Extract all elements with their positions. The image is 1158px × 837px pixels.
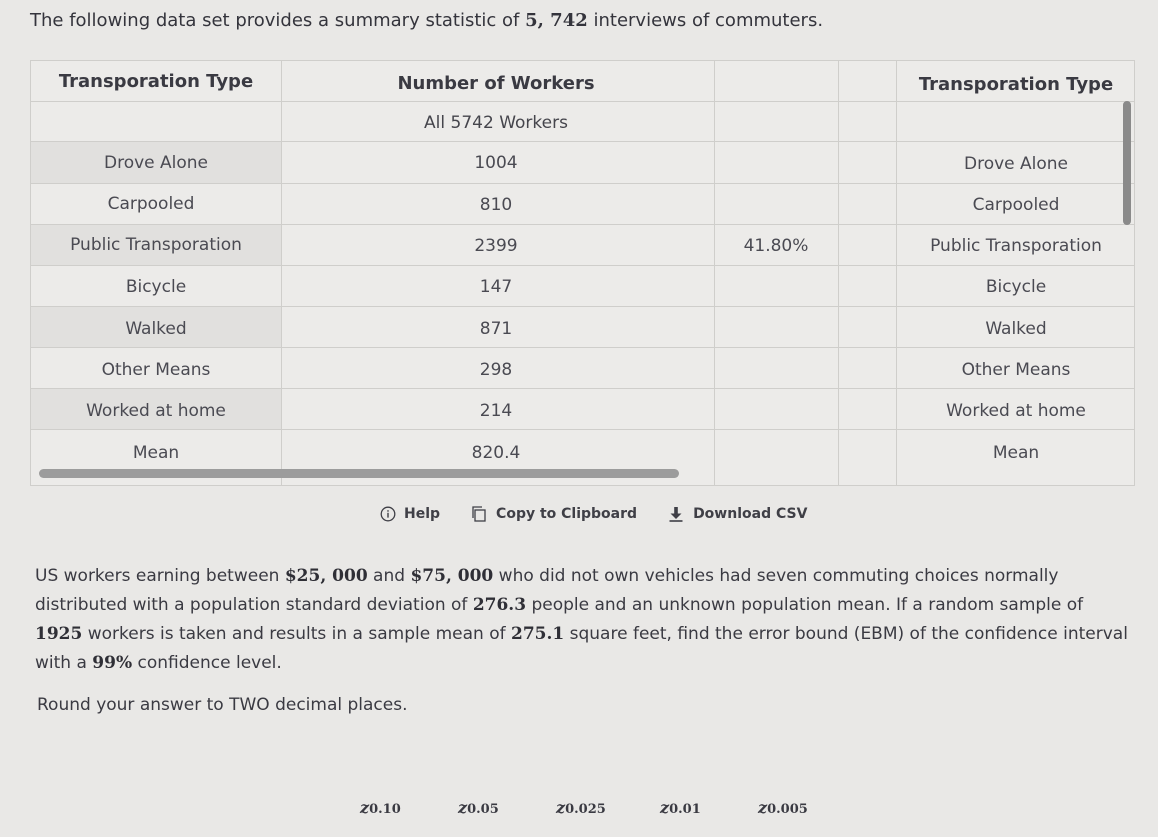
- intro-count: 5, 742: [525, 10, 588, 31]
- row-value-bicycle: 147: [479, 277, 513, 297]
- right-column-header: Transporation Type: [918, 74, 1114, 95]
- help-button[interactable]: Help: [380, 506, 440, 522]
- vertical-scrollbar[interactable]: [1123, 101, 1131, 225]
- z-0-05-label: z0.05: [458, 798, 499, 817]
- row-label-mean: Mean: [132, 443, 180, 463]
- row-value-worked-at-home: 214: [479, 401, 513, 421]
- row-label-carpooled: Carpooled: [107, 194, 195, 214]
- right-label-bicycle: Bicycle: [985, 277, 1047, 297]
- row-value-drove-alone: 1004: [474, 153, 518, 173]
- intro-pre: The following data set provides a summar…: [30, 10, 526, 31]
- right-label-drove-alone: Drove Alone: [963, 154, 1069, 174]
- workers-column-header: Number of Workers: [397, 73, 595, 94]
- table-toolbar: Help Copy to Clipboard Download CSV: [380, 503, 837, 525]
- question-text: US workers earning between $25, 000 and …: [35, 566, 1128, 673]
- workers-subheader: All 5742 Workers: [424, 113, 568, 133]
- right-label-worked-at-home: Worked at home: [946, 401, 1086, 421]
- help-label: Help: [404, 506, 441, 522]
- right-label-mean: Mean: [992, 443, 1040, 463]
- row-value-public-transporation: 2399: [474, 236, 518, 256]
- intro-text: The following data set provides a summar…: [30, 10, 823, 31]
- download-csv-button[interactable]: Download CSV: [667, 505, 807, 523]
- row-value-carpooled: 810: [479, 195, 513, 215]
- row-label-bicycle: Bicycle: [125, 277, 187, 297]
- intro-post: interviews of commuters.: [587, 10, 824, 31]
- right-label-other-means: Other Means: [961, 360, 1071, 380]
- z-value-row: z0.10 z0.05 z0.025 z0.01 z0.005: [0, 798, 1158, 828]
- copy-label: Copy to Clipboard: [496, 506, 638, 522]
- download-label: Download CSV: [693, 506, 808, 522]
- row-value-mean: 820.4: [471, 443, 521, 463]
- z-0-025-label: z0.025: [556, 798, 606, 817]
- right-label-public-transporation: Public Transporation: [930, 236, 1102, 256]
- z-0-005-label: z0.005: [758, 798, 808, 817]
- horizontal-scrollbar[interactable]: [39, 469, 679, 478]
- row-label-worked-at-home: Worked at home: [86, 401, 226, 421]
- row-value-other-means: 298: [479, 360, 513, 380]
- copy-icon: [472, 506, 486, 522]
- row-label-walked: Walked: [125, 319, 187, 339]
- left-column-header: Transporation Type: [58, 71, 254, 92]
- right-label-walked: Walked: [985, 319, 1047, 339]
- z-0-01-label: z0.01: [660, 798, 701, 817]
- row-label-drove-alone: Drove Alone: [103, 153, 209, 173]
- data-table[interactable]: Transporation Type Number of Workers All…: [30, 60, 1135, 486]
- row-label-other-means: Other Means: [101, 360, 211, 380]
- row-percent-public-transporation: 41.80%: [743, 236, 809, 256]
- info-icon: [380, 506, 396, 522]
- row-label-public-transporation: Public Transporation: [70, 235, 242, 255]
- z-0-10-label: z0.10: [360, 798, 401, 817]
- copy-to-clipboard-button[interactable]: Copy to Clipboard: [470, 505, 637, 523]
- rounding-instruction: Round your answer to TWO decimal places.: [37, 695, 408, 715]
- row-value-walked: 871: [479, 319, 513, 339]
- right-label-carpooled: Carpooled: [972, 195, 1060, 215]
- download-icon: [669, 507, 683, 522]
